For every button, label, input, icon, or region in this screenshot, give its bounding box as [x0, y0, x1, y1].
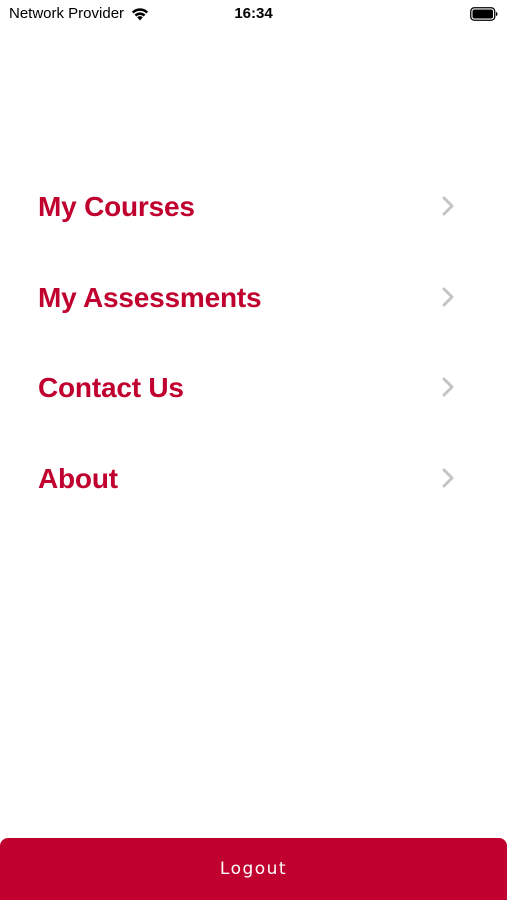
main-menu: My Courses My Assessments Contact Us Abo…	[0, 165, 507, 527]
menu-item-contact-us[interactable]: Contact Us	[0, 346, 507, 437]
chevron-right-icon	[442, 287, 454, 306]
chevron-right-icon	[442, 377, 454, 397]
menu-item-label: My Assessments	[38, 281, 262, 313]
battery-icon	[470, 7, 498, 21]
menu-item-label: Contact Us	[38, 372, 184, 403]
menu-item-label: About	[38, 462, 118, 494]
chevron-right-icon	[442, 196, 454, 216]
menu-item-my-courses[interactable]: My Courses	[0, 165, 507, 256]
chevron-right-icon	[442, 468, 454, 487]
menu-item-label: My Courses	[38, 191, 195, 222]
status-bar: Network Provider 16:34	[0, 0, 507, 28]
logout-button[interactable]: Logout	[0, 838, 507, 900]
status-time: 16:34	[234, 5, 273, 22]
app-screen: Network Provider 16:34 My Courses My Ass…	[0, 0, 507, 900]
menu-item-my-assessments[interactable]: My Assessments	[0, 256, 507, 347]
menu-item-about[interactable]: About	[0, 437, 507, 528]
logout-label: Logout	[219, 859, 288, 879]
